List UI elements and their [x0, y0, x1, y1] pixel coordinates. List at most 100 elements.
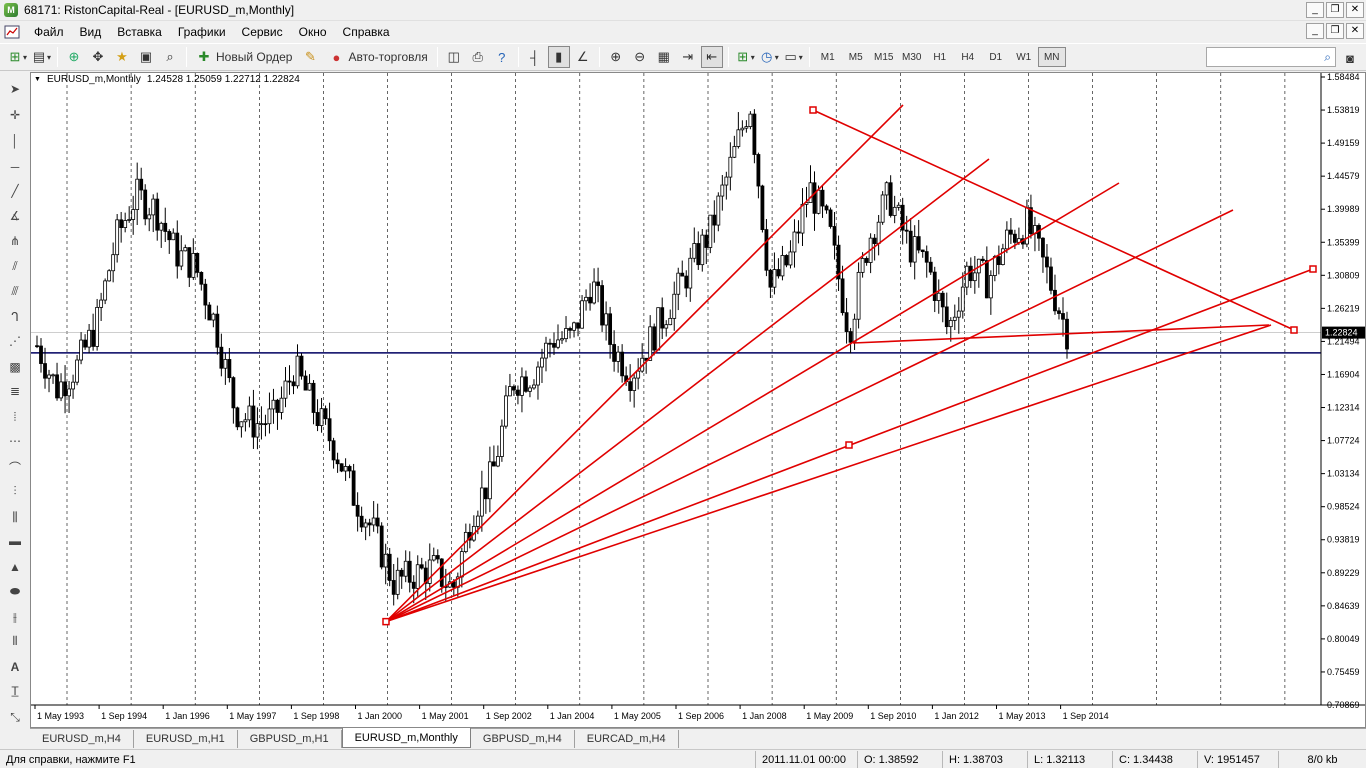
mdi-restore-button[interactable]: ❐ [1326, 23, 1344, 39]
help-button[interactable]: ? [491, 46, 513, 68]
search-input[interactable]: ⌕ [1206, 47, 1336, 67]
fibo-channel-tool[interactable]: ⫼ [5, 508, 25, 526]
candle-body [756, 154, 761, 187]
market-watch-button[interactable]: ⊕ [63, 46, 85, 68]
gann-fan-icon: ⋰ [9, 334, 21, 348]
tf-h1-button[interactable]: H1 [926, 47, 954, 67]
cursor-tool[interactable]: ➤ [5, 80, 25, 98]
indicators-button[interactable]: ⊞ ▾ [734, 46, 756, 68]
tab-eurusd-h4[interactable]: EURUSD_m,H4 [30, 730, 134, 748]
terminal-button[interactable]: ▣ [135, 46, 157, 68]
candle-body [800, 203, 805, 234]
price-chart[interactable]: 1.58484 1.53819 1.49159 1.44579 1.39989 1.353… [31, 72, 1365, 727]
zoom-in-button[interactable]: ⊕ [605, 46, 627, 68]
auto-trading-button[interactable]: ● Авто-торговля [324, 46, 431, 68]
fibo-timezones-tool[interactable]: ⦙ [5, 408, 25, 426]
tf-m1-button[interactable]: M1 [814, 47, 842, 67]
crosshair-tool[interactable]: ✛ [5, 106, 25, 124]
printer-icon: ⎙ [472, 49, 483, 64]
candle-body [311, 382, 316, 413]
chart-area[interactable]: 1.58484 1.53819 1.49159 1.44579 1.39989 1.353… [30, 72, 1366, 728]
tf-mn-button[interactable]: MN [1037, 47, 1066, 67]
tf-w1-button[interactable]: W1 [1010, 47, 1038, 67]
fibo-retracement-tool[interactable]: ≣ [5, 382, 25, 400]
tab-gbpusd-h1[interactable]: GBPUSD_m,H1 [238, 730, 342, 748]
menu-tools[interactable]: Сервис [234, 25, 291, 39]
fibo-expansion-tool[interactable]: ⫶ [5, 482, 25, 500]
triangle-tool[interactable]: ▲ [5, 558, 25, 576]
trend-angle-tool[interactable]: ∡ [5, 207, 25, 225]
indicators-icon: ⊞ [737, 49, 749, 64]
templates-button[interactable]: ▭ ▾ [782, 46, 804, 68]
price-tick-label: 0.80049 [1327, 634, 1360, 644]
new-order-button[interactable]: ✚ Новый Ордер [192, 46, 296, 68]
data-window-button[interactable]: ✥ [87, 46, 109, 68]
tile-windows-button[interactable]: ▦ [653, 46, 675, 68]
bar-chart-button[interactable]: ┤ [524, 46, 546, 68]
horizontal-line-tool[interactable]: ─ [5, 158, 25, 176]
tab-gbpusd-h4[interactable]: GBPUSD_m,H4 [471, 730, 575, 748]
auto-scroll-button[interactable]: ⇥ [677, 46, 699, 68]
tf-d1-button[interactable]: D1 [982, 47, 1010, 67]
periods-button[interactable]: ◷ ▾ [758, 46, 780, 68]
account-button[interactable]: ◙ [1339, 47, 1361, 69]
candlestick-button[interactable]: ▮ [547, 46, 570, 68]
print-button[interactable]: ⎙ [467, 46, 489, 68]
tab-eurusd-monthly[interactable]: EURUSD_m,Monthly [341, 728, 471, 748]
gann-grid-tool[interactable]: ▩ [5, 358, 25, 376]
ellipse-tool[interactable]: ⬬ [5, 582, 25, 600]
mdi-close-button[interactable]: ✕ [1346, 23, 1364, 39]
gann-fan-line [385, 104, 904, 623]
minimize-button[interactable]: _ [1306, 2, 1324, 18]
meta-editor-button[interactable]: ✎ [298, 46, 322, 68]
gann-fan-tool[interactable]: ⋰ [5, 332, 25, 350]
chart-window-icon[interactable] [4, 24, 20, 40]
tf-m5-button[interactable]: M5 [842, 47, 870, 67]
andrews-pitchfork-tool[interactable]: ⋔ [5, 232, 25, 250]
candle-body [1004, 229, 1009, 250]
gann-line-tool[interactable]: ᒉ [5, 308, 25, 326]
tf-m15-button[interactable]: M15 [870, 47, 898, 67]
menu-window[interactable]: Окно [291, 25, 335, 39]
new-chart-button[interactable]: ⊞ ▾ [6, 46, 28, 68]
tf-m30-button[interactable]: M30 [898, 47, 926, 67]
candle-body [71, 381, 75, 390]
candle-body [207, 304, 212, 321]
tab-eurusd-h1[interactable]: EURUSD_m,H1 [134, 730, 238, 748]
chart-symbol-header: ▼ EURUSD_m,Monthly 1.24528 1.25059 1.227… [34, 74, 300, 85]
fibo-fan-tool[interactable]: ⋯ [5, 432, 25, 450]
tab-eurcad-h4[interactable]: EURCAD_m,H4 [575, 730, 679, 748]
profiles-button[interactable]: ▤ ▾ [30, 46, 52, 68]
menu-file[interactable]: Файл [26, 25, 72, 39]
menu-insert[interactable]: Вставка [109, 25, 170, 39]
menu-help[interactable]: Справка [335, 25, 398, 39]
menu-view[interactable]: Вид [72, 25, 110, 39]
fibo-arcs-tool[interactable]: ⌒ [5, 458, 25, 476]
window-button[interactable]: ◫ [443, 46, 465, 68]
equidistant-tool[interactable]: ⦀ [5, 632, 25, 650]
rectangle-tool[interactable]: ▬ [5, 532, 25, 550]
text-tool[interactable]: A [5, 658, 25, 676]
line-chart-button[interactable]: ∠ [572, 46, 594, 68]
channel-tool[interactable]: ⫽ [5, 257, 25, 275]
menu-charts[interactable]: Графики [170, 25, 234, 39]
chart-shift-button[interactable]: ⇤ [700, 46, 723, 68]
restore-button[interactable]: ❐ [1326, 2, 1344, 18]
navigator-button[interactable]: ★ [111, 46, 133, 68]
candle-body [107, 270, 112, 282]
candle-body [964, 265, 969, 288]
vertical-line-tool[interactable]: │ [5, 132, 25, 150]
mdi-minimize-button[interactable]: _ [1306, 23, 1324, 39]
text-label-tool[interactable]: T̲ [5, 682, 25, 700]
line-handle [809, 106, 817, 114]
tester-button[interactable]: ⌕ [159, 46, 181, 68]
cycle-lines-tool[interactable]: ⫲ [5, 608, 25, 626]
candle-body [812, 182, 817, 214]
regression-channel-tool[interactable]: ⫻ [5, 282, 25, 300]
tf-h4-button[interactable]: H4 [954, 47, 982, 67]
trendline-tool[interactable]: ╱ [5, 182, 25, 200]
close-button[interactable]: ✕ [1346, 2, 1364, 18]
candle-body [780, 255, 785, 277]
arrows-tool[interactable]: ⤡ [5, 708, 25, 726]
zoom-out-button[interactable]: ⊖ [629, 46, 651, 68]
